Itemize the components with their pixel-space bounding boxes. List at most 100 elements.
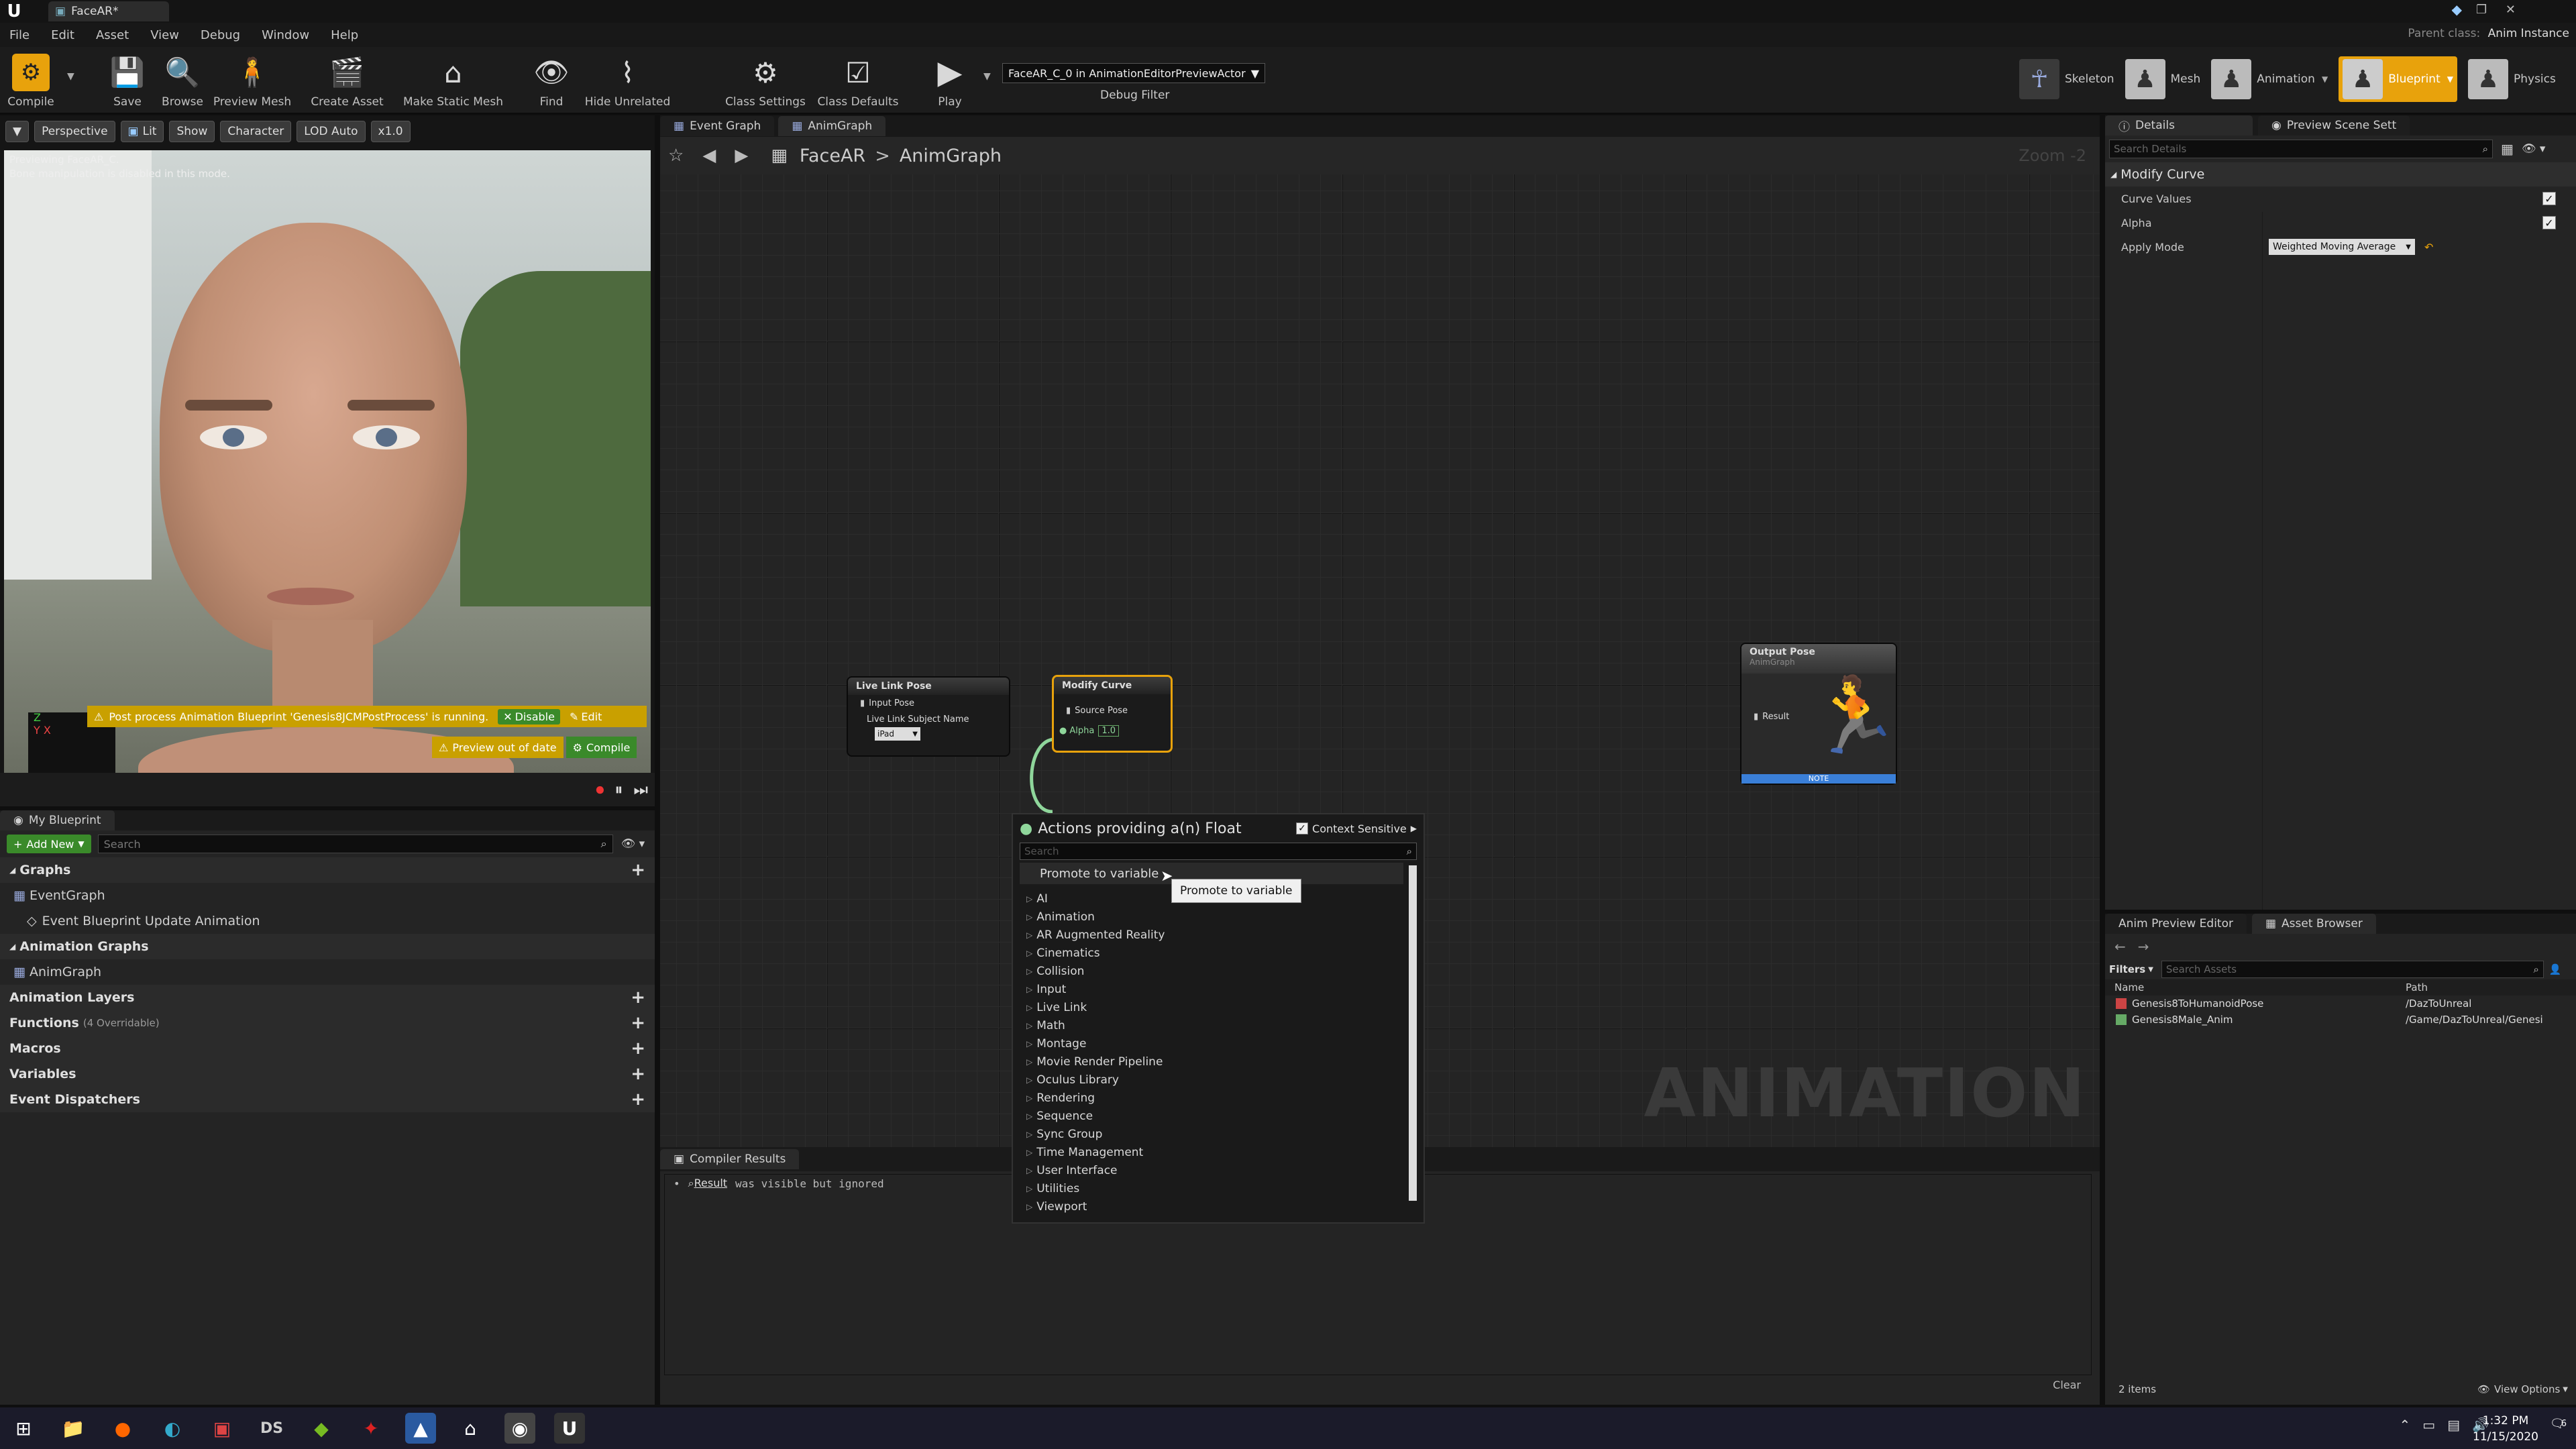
menu-help[interactable]: Help xyxy=(331,28,358,42)
unreal-taskbar-icon[interactable]: U xyxy=(554,1413,585,1444)
section-functions[interactable]: Functions (4 Overridable) + xyxy=(0,1010,655,1036)
category-item[interactable]: ▷ Live Link xyxy=(1022,998,1424,1016)
curve-values-checkbox[interactable]: ✓ xyxy=(2542,192,2556,205)
category-item[interactable]: ▷ AR Augmented Reality xyxy=(1022,926,1424,944)
source-pose-pin[interactable]: ▮ Source Pose xyxy=(1054,702,1171,718)
compile-button[interactable]: ⚙ Compile xyxy=(4,51,58,113)
section-macros[interactable]: Macros + xyxy=(0,1036,655,1061)
star-icon[interactable]: ☆ xyxy=(668,146,684,166)
alpha-pin[interactable]: ● Alpha 1.0 xyxy=(1054,722,1171,739)
details-section-modify-curve[interactable]: ◢ Modify Curve xyxy=(2105,162,2576,186)
clear-button[interactable]: Clear xyxy=(2053,1379,2081,1391)
category-item[interactable]: ▷ Time Management xyxy=(1022,1143,1424,1161)
tab-compiler-results[interactable]: ▣ Compiler Results xyxy=(660,1149,800,1169)
asset-row[interactable]: Genesis8Male_Anim /Game/DazToUnreal/Gene… xyxy=(2105,1012,2576,1028)
app-red-icon[interactable]: ✦ xyxy=(356,1413,386,1444)
visibility-icon[interactable]: 👁 ▾ xyxy=(2522,142,2546,156)
add-dispatcher-icon[interactable]: + xyxy=(631,1089,645,1110)
reset-arrow-icon[interactable]: ↶ xyxy=(2424,241,2433,254)
tray-chevron-icon[interactable]: ⌃ xyxy=(2400,1417,2411,1433)
menu-file[interactable]: File xyxy=(9,28,30,42)
add-macro-icon[interactable]: + xyxy=(631,1038,645,1059)
notification-center[interactable]: 🗨 6 xyxy=(2550,1417,2567,1431)
edge-icon[interactable]: ◐ xyxy=(157,1413,188,1444)
mode-physics[interactable]: ♟ Physics xyxy=(2467,59,2556,99)
input-pose-pin[interactable]: ▮ Input Pose xyxy=(848,695,1009,711)
menu-edit[interactable]: Edit xyxy=(51,28,74,42)
blueprint-search-input[interactable]: Search ⌕ xyxy=(97,835,613,853)
display-icon[interactable]: ▤ xyxy=(2447,1417,2460,1433)
lod-button[interactable]: LOD Auto xyxy=(297,121,366,142)
close-icon[interactable]: ✕ xyxy=(2506,3,2516,17)
find-button[interactable]: 👁 Find xyxy=(525,51,578,113)
tab-anim-preview-editor[interactable]: Anim Preview Editor xyxy=(2105,914,2247,934)
mode-blueprint[interactable]: ♟ Blueprint ▼ xyxy=(2339,56,2457,102)
property-matrix-icon[interactable]: ▦ xyxy=(2501,141,2514,157)
viewport-options-button[interactable]: ▼ xyxy=(5,121,30,142)
asset-row[interactable]: Genesis8ToHumanoidPose /DazToUnreal xyxy=(2105,996,2576,1012)
play-options-icon[interactable]: ▼ xyxy=(983,71,991,82)
category-item[interactable]: ▷ Math xyxy=(1022,1016,1424,1034)
compile-options-icon[interactable]: ▼ xyxy=(67,71,74,82)
column-path[interactable]: Path xyxy=(2406,981,2428,994)
section-variables[interactable]: Variables + xyxy=(0,1061,655,1087)
perspective-button[interactable]: Perspective xyxy=(34,121,115,142)
recorder-icon[interactable]: ◉ xyxy=(504,1413,535,1444)
apply-mode-dropdown[interactable]: Weighted Moving Average ▼ xyxy=(2269,239,2415,255)
menu-window[interactable]: Window xyxy=(262,28,309,42)
show-button[interactable]: Show xyxy=(169,121,215,142)
lit-button[interactable]: ▣ Lit xyxy=(120,121,164,142)
create-asset-button[interactable]: 🎬 Create Asset xyxy=(309,51,386,113)
category-item[interactable]: ▷ Viewport xyxy=(1022,1197,1424,1216)
section-anim-layers[interactable]: Animation Layers + xyxy=(0,985,655,1010)
modify-curve-node[interactable]: Modify Curve ▮ Source Pose ● Alpha 1.0 xyxy=(1052,675,1173,753)
category-item[interactable]: ▷ Input xyxy=(1022,980,1424,998)
app-icon[interactable]: ▣ xyxy=(207,1413,237,1444)
category-item[interactable]: ▷ Rendering xyxy=(1022,1089,1424,1107)
category-item[interactable]: ▷ Animation xyxy=(1022,908,1424,926)
menu-debug[interactable]: Debug xyxy=(201,28,240,42)
make-static-mesh-button[interactable]: ⌂ Make Static Mesh xyxy=(401,51,505,113)
menu-view[interactable]: View xyxy=(150,28,179,42)
view-options-button[interactable]: 👁 View Options ▼ xyxy=(2477,1383,2568,1395)
viewport-compile-button[interactable]: ⚙ Compile xyxy=(566,737,637,758)
tab-asset-browser[interactable]: ▦ Asset Browser xyxy=(2251,914,2376,934)
forward-icon[interactable]: ▶ xyxy=(735,146,748,166)
preview-mesh-button[interactable]: 🧍 Preview Mesh xyxy=(212,51,292,113)
play-button[interactable]: ▶ Play xyxy=(923,51,977,113)
pause-icon[interactable]: ⏸ xyxy=(614,780,623,799)
browse-button[interactable]: 🔍 Browse xyxy=(156,51,209,113)
daz-studio-icon[interactable]: DS xyxy=(256,1413,287,1444)
edit-button[interactable]: ✎ Edit xyxy=(570,710,602,723)
category-item[interactable]: ▷ Sync Group xyxy=(1022,1125,1424,1143)
category-item[interactable]: ▷ Utilities xyxy=(1022,1179,1424,1197)
category-item[interactable]: ▷ Collision xyxy=(1022,962,1424,980)
home-icon[interactable]: ⌂ xyxy=(455,1413,486,1444)
character-button[interactable]: Character xyxy=(220,121,292,142)
forward-icon[interactable]: → xyxy=(2138,938,2149,955)
clock[interactable]: 1:32 PM 11/15/2020 xyxy=(2473,1413,2538,1445)
speed-button[interactable]: x1.0 xyxy=(370,121,411,142)
tab-details[interactable]: ⓘ Details xyxy=(2105,115,2253,136)
context-scrollbar[interactable] xyxy=(1409,865,1417,1201)
hide-unrelated-button[interactable]: ⌇ Hide Unrelated xyxy=(582,51,673,113)
details-search-input[interactable]: Search Details ⌕ xyxy=(2109,140,2493,158)
item-event-update[interactable]: ◇ Event Blueprint Update Animation xyxy=(0,908,655,934)
step-forward-icon[interactable]: ⏭ xyxy=(633,780,648,799)
live-link-pose-node[interactable]: Live Link Pose ▮ Input Pose Live Link Sub… xyxy=(847,676,1010,757)
asset-search-input[interactable]: Search Assets ⌕ xyxy=(2161,961,2544,978)
alpha-value-box[interactable]: 1.0 xyxy=(1098,724,1119,737)
back-icon[interactable]: ← xyxy=(2114,938,2126,955)
photos-icon[interactable]: ▲ xyxy=(405,1413,436,1444)
add-new-button[interactable]: + Add New ▼ xyxy=(7,835,91,853)
category-item[interactable]: ▷ Movie Render Pipeline xyxy=(1022,1053,1424,1071)
disable-button[interactable]: ✕ Disable xyxy=(498,708,560,724)
add-variable-icon[interactable]: + xyxy=(631,1064,645,1084)
menu-asset[interactable]: Asset xyxy=(96,28,129,42)
mode-skeleton[interactable]: ☥ Skeleton xyxy=(2019,59,2114,99)
tab-event-graph[interactable]: ▦ Event Graph xyxy=(660,116,775,136)
network-icon[interactable]: ▭ xyxy=(2422,1417,2435,1433)
windows-start-icon[interactable]: ⊞ xyxy=(8,1413,39,1444)
restore-icon[interactable]: ❐ xyxy=(2476,3,2487,17)
mode-mesh[interactable]: ♟ Mesh xyxy=(2125,59,2200,99)
